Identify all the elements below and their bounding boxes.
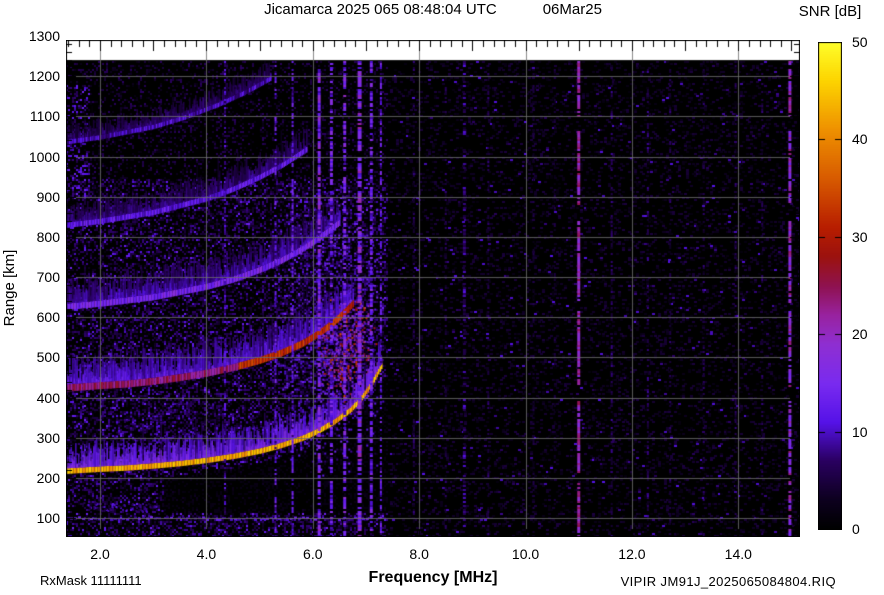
y-tick-label: 400 [36, 389, 60, 406]
ionogram-figure: Jicamarca 2025 065 08:48:04 UTC 06Mar25 … [0, 0, 884, 595]
x-tick-label: 6.0 [303, 546, 323, 562]
x-tick-label: 8.0 [409, 546, 429, 562]
colorbar-tick-label: 10 [852, 423, 868, 440]
x-tick-label: 2.0 [90, 546, 110, 562]
rxmask-text: RxMask 11111111 [40, 573, 142, 588]
y-tick-label: 1300 [28, 27, 60, 44]
x-tick-label: 14.0 [724, 546, 752, 562]
y-tick-label: 1000 [28, 148, 60, 165]
y-tick-label: 600 [36, 309, 60, 326]
colorbar-tick-label: 50 [852, 34, 868, 50]
ionogram-heatmap-canvas [66, 40, 800, 537]
x-tick-label: 4.0 [196, 546, 217, 562]
colorbar-tick-label: 20 [852, 326, 868, 343]
y-tick-label: 1200 [28, 68, 60, 85]
x-tick-label: 12.0 [618, 546, 646, 562]
title-row: Jicamarca 2025 065 08:48:04 UTC 06Mar25 [66, 1, 800, 21]
plot-title: Jicamarca 2025 065 08:48:04 UTC [264, 1, 497, 18]
y-tick-label: 700 [36, 269, 60, 286]
y-tick-label: 200 [36, 469, 60, 486]
y-axis-label: Range [km] [1, 249, 18, 327]
colorbar-tick-label: 40 [852, 131, 868, 148]
y-tick-label: 800 [36, 228, 60, 245]
y-tick-label: 100 [36, 510, 60, 527]
y-tick-label: 300 [36, 429, 60, 446]
colorbar-tick-label: 30 [852, 228, 868, 245]
y-tick-label: 1100 [29, 108, 60, 125]
colorbar-gradient [818, 42, 842, 530]
colorbar-title: SNR [dB] [798, 3, 862, 20]
plot-date: 06Mar25 [542, 1, 602, 18]
y-tick-label: 900 [36, 188, 60, 205]
file-id-text: VIPIR JM91J_2025065084804.RIQ [620, 574, 836, 589]
colorbar-tick-label: 0 [852, 521, 860, 537]
x-tick-label: 10.0 [511, 546, 540, 562]
y-tick-label: 500 [36, 349, 60, 366]
